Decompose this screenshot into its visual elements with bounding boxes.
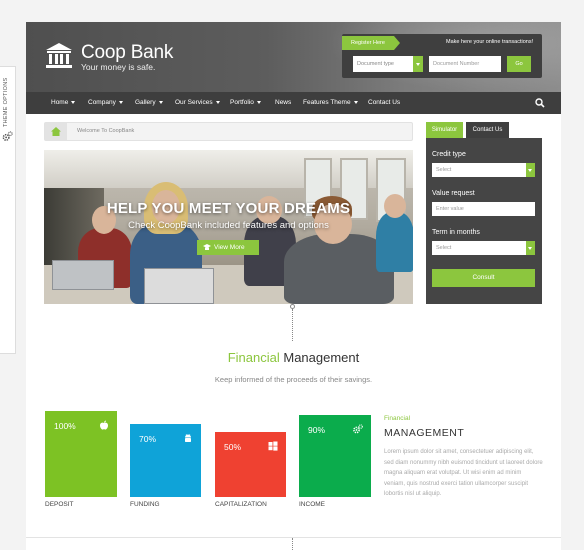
nav-label: Home — [51, 99, 69, 106]
chevron-down-icon — [526, 241, 535, 255]
dotted-connector — [292, 538, 293, 550]
hero-slider: HELP YOU MEET YOUR DREAMS Check CoopBank… — [44, 150, 413, 304]
page: Coop Bank Your money is safe. Register H… — [26, 22, 561, 550]
windows-icon — [268, 441, 278, 451]
tab-simulator[interactable]: Simulator — [426, 122, 463, 138]
chevron-down-icon — [353, 100, 358, 104]
term-label: Term in months — [432, 229, 480, 236]
brand-name[interactable]: Coop Bank — [81, 42, 173, 64]
theme-options-tab[interactable]: THEME OPTIONS — [0, 66, 16, 354]
breadcrumb: Welcome To CoopBank — [44, 122, 413, 141]
chevron-down-icon — [158, 100, 163, 104]
nav-label: News — [275, 99, 292, 106]
side-heading-small: Financial — [384, 415, 411, 422]
main-nav: Home Company Gallery Our Services Portfo… — [26, 92, 561, 114]
term-value: Select — [436, 245, 452, 251]
nav-item-contact-us[interactable]: Contact Us — [368, 92, 400, 114]
tile-percent: 50% — [224, 442, 242, 452]
dotted-connector — [292, 309, 293, 341]
tile-percent: 70% — [139, 434, 157, 444]
section-subtitle: Keep informed of the proceeds of their s… — [214, 375, 373, 384]
nav-item-our-services[interactable]: Our Services — [175, 92, 220, 114]
nav-item-portfolio[interactable]: Portfolio — [230, 92, 261, 114]
online-transactions-panel: Register Here Make here your online tran… — [342, 34, 542, 78]
tile-income[interactable]: 90% — [299, 415, 371, 497]
document-type-select[interactable]: Document type — [353, 56, 423, 72]
simulator-panel: Credit type Select Value request Enter v… — [426, 138, 542, 304]
tile-funding[interactable]: 70% — [130, 424, 201, 497]
value-request-input[interactable]: Enter value — [432, 202, 535, 216]
nav-item-gallery[interactable]: Gallery — [135, 92, 163, 114]
section-title-rest: Management — [283, 350, 360, 365]
document-type-placeholder: Document type — [357, 61, 394, 67]
hero-photo-laptop — [52, 260, 114, 290]
nav-item-news[interactable]: News — [275, 92, 291, 114]
chevron-down-icon — [526, 163, 535, 177]
hero-subtitle: Check CoopBank included features and opt… — [128, 220, 329, 231]
nav-item-home[interactable]: Home — [51, 92, 76, 114]
nav-item-features-theme[interactable]: Features Theme — [303, 92, 358, 114]
term-select[interactable]: Select — [432, 241, 535, 255]
view-more-label: View More — [214, 244, 245, 251]
nav-label: Features Theme — [303, 99, 351, 106]
gears-icon — [2, 131, 13, 141]
credit-type-value: Select — [436, 167, 452, 173]
chevron-down-icon — [256, 100, 261, 104]
side-heading: MANAGEMENT — [384, 427, 465, 439]
android-icon — [185, 434, 191, 442]
nav-item-company[interactable]: Company — [88, 92, 123, 114]
theme-options-label: THEME OPTIONS — [3, 77, 9, 127]
tab-contact-us[interactable]: Contact Us — [466, 122, 509, 138]
tile-label-funding: FUNDING — [130, 501, 160, 508]
breadcrumb-text: Welcome To CoopBank — [77, 128, 135, 134]
brand-tagline: Your money is safe. — [81, 62, 156, 72]
tile-label-deposit: DEPOSIT — [45, 501, 74, 508]
chevron-down-icon — [413, 56, 423, 72]
credit-type-select[interactable]: Select — [432, 163, 535, 177]
graduation-cap-icon — [203, 244, 211, 250]
nav-label: Portfolio — [230, 99, 254, 106]
nav-label: Gallery — [135, 99, 156, 106]
tile-percent: 90% — [308, 425, 326, 435]
hero-photo-laptop — [144, 268, 214, 304]
value-request-label: Value request — [432, 190, 475, 197]
search-icon[interactable] — [535, 98, 545, 108]
register-button[interactable]: Register Here — [342, 36, 400, 50]
consult-button[interactable]: Consult — [432, 269, 535, 287]
tile-deposit[interactable]: 100% — [45, 411, 117, 497]
nav-label: Our Services — [175, 99, 213, 106]
site-header: Coop Bank Your money is safe. Register H… — [26, 22, 561, 92]
home-icon — [51, 127, 61, 136]
breadcrumb-home[interactable] — [45, 123, 67, 140]
register-note: Make here your online transactions! — [446, 39, 534, 45]
apple-icon — [100, 420, 108, 430]
tile-label-capitalization: CAPITALIZATION — [215, 501, 267, 508]
section-title-accent: Financial — [227, 350, 280, 365]
gears-icon — [353, 424, 363, 434]
tile-label-income: INCOME — [299, 501, 325, 508]
chevron-down-icon — [71, 100, 76, 104]
chevron-down-icon — [118, 100, 123, 104]
credit-type-label: Credit type — [432, 151, 466, 158]
chevron-down-icon — [215, 100, 220, 104]
tile-percent: 100% — [54, 421, 76, 431]
side-body-text: Lorem ipsum dolor sit amet, consectetuer… — [384, 449, 543, 497]
view-more-button[interactable]: View More — [197, 240, 259, 255]
section-title: Financial Management — [26, 350, 561, 365]
section-divider — [26, 537, 561, 538]
bank-building-icon — [46, 43, 72, 68]
tile-capitalization[interactable]: 50% — [215, 432, 286, 497]
go-button[interactable]: Go — [507, 56, 531, 72]
hero-title: HELP YOU MEET YOUR DREAMS — [106, 200, 351, 217]
nav-label: Company — [88, 99, 116, 106]
nav-label: Contact Us — [368, 99, 401, 106]
document-number-input[interactable]: Document Number — [429, 56, 501, 72]
